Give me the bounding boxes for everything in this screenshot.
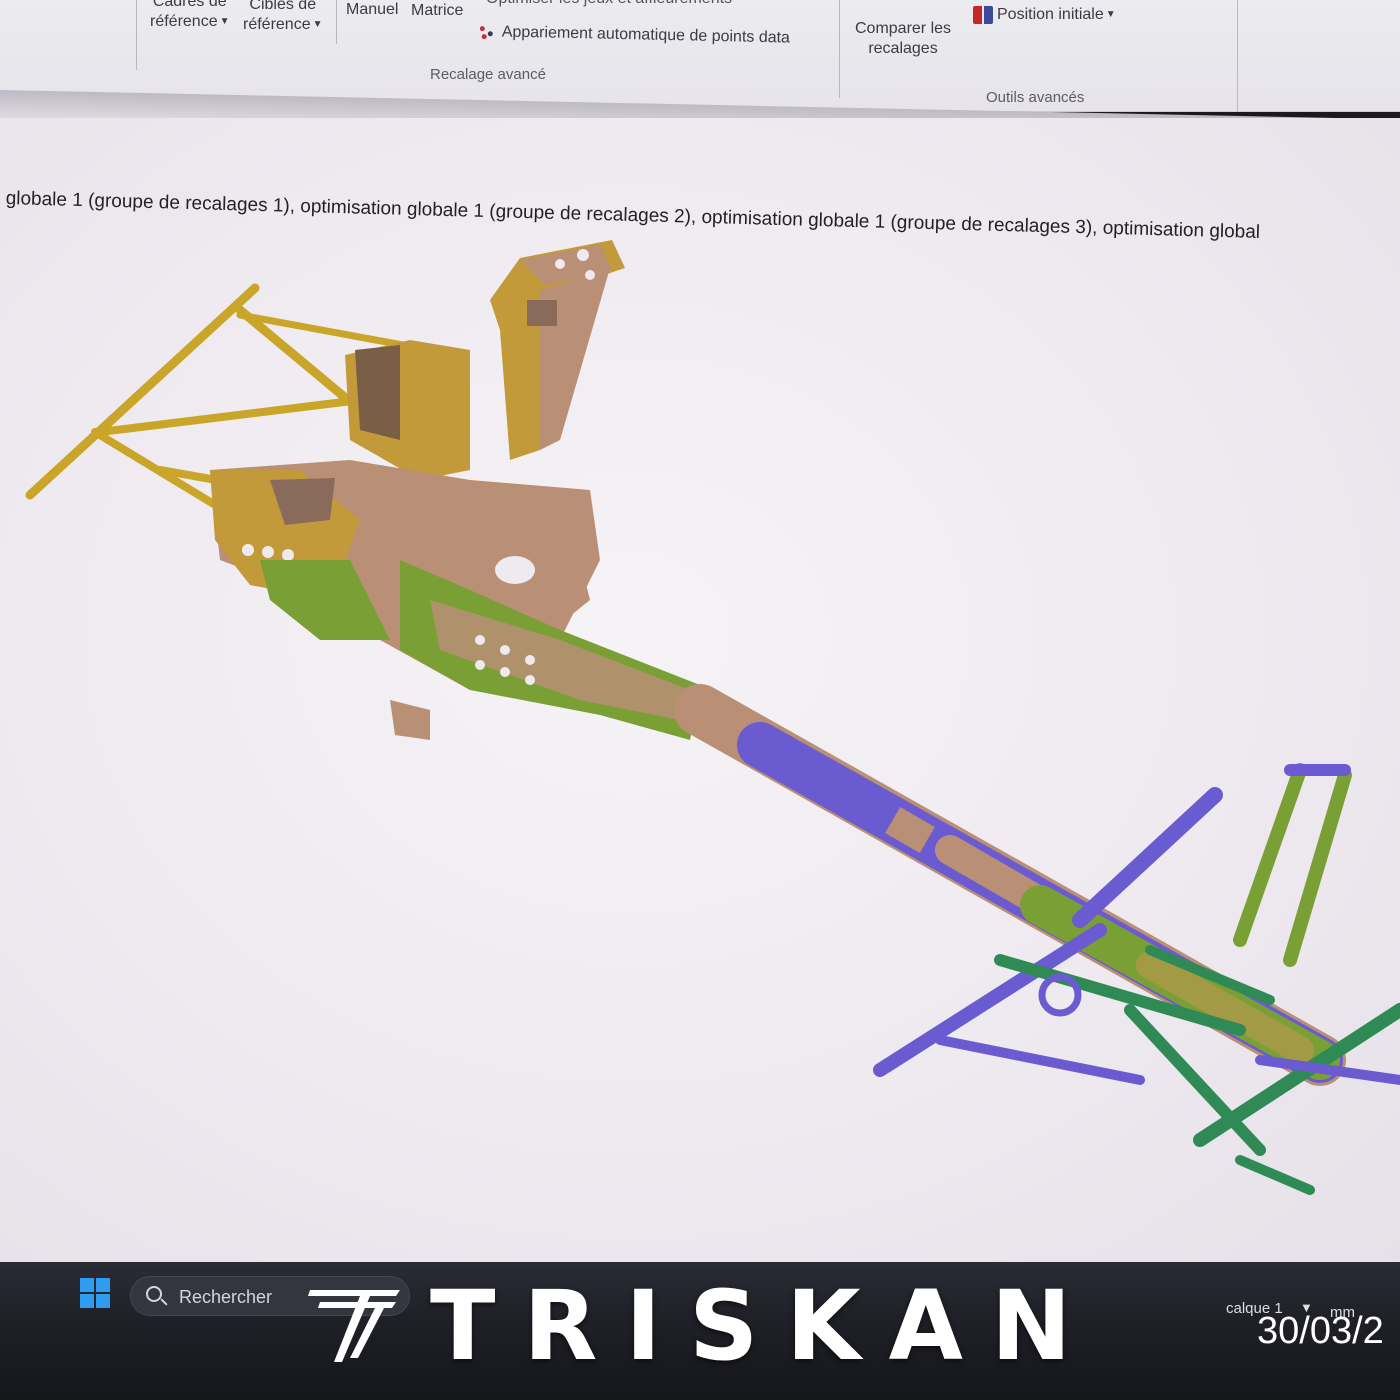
auto-match-icon <box>478 24 496 40</box>
ribbon-separator <box>839 0 840 98</box>
auto-point-matching-label: Appariement automatique de points data <box>501 23 791 47</box>
reference-targets-label-1: Cibles de <box>249 0 317 13</box>
chevron-down-icon: ▼ <box>219 16 230 27</box>
auto-point-matching-button[interactable]: Appariement automatique de points data <box>478 22 791 49</box>
front-tower <box>490 240 625 460</box>
compare-alignments-label-1: Comparer les <box>855 20 952 37</box>
triskan-logo-mark <box>308 1290 400 1362</box>
compare-alignments-button[interactable]: Comparer les recalages <box>855 19 951 59</box>
initial-position-icon <box>973 6 993 24</box>
group-label-advanced-alignment: Recalage avancé <box>430 66 546 83</box>
chassis-scan-model[interactable] <box>0 118 1400 1266</box>
taskbar-search-placeholder: Rechercher <box>179 1287 273 1307</box>
ribbon-separator <box>336 0 337 44</box>
central-body <box>210 340 700 740</box>
triskan-watermark: TRISKAN <box>430 1270 1100 1382</box>
reference-targets-label-2: référence <box>243 16 311 34</box>
reference-frames-label-1: Cadres de <box>152 0 227 10</box>
search-icon <box>146 1286 162 1302</box>
ribbon-separator <box>136 0 137 70</box>
initial-position-label: Position initiale <box>997 6 1104 24</box>
chevron-down-icon: ▼ <box>312 19 323 30</box>
chevron-down-icon: ▼ <box>1105 9 1116 20</box>
ribbon-separator <box>1237 0 1238 112</box>
matrix-alignment-button[interactable]: Matrice <box>411 1 463 21</box>
manual-alignment-button[interactable]: Manuel <box>346 0 398 20</box>
optimize-gaps-button[interactable]: Optimiser les jeux et affleurements <box>486 0 732 9</box>
reference-targets-button[interactable]: Cibles de référence ▼ <box>243 0 323 35</box>
main-beam <box>674 684 1346 1086</box>
reference-frames-label-2: référence <box>150 13 218 31</box>
system-date: 30/03/2 <box>1257 1310 1384 1352</box>
group-label-advanced-tools: Outils avancés <box>986 89 1085 106</box>
windows-start-icon[interactable] <box>80 1278 112 1310</box>
initial-position-button[interactable]: Position initiale ▼ <box>973 5 1116 25</box>
compare-alignments-label-2: recalages <box>868 40 938 57</box>
reference-frames-button[interactable]: Cadres de référence ▼ <box>150 0 230 32</box>
